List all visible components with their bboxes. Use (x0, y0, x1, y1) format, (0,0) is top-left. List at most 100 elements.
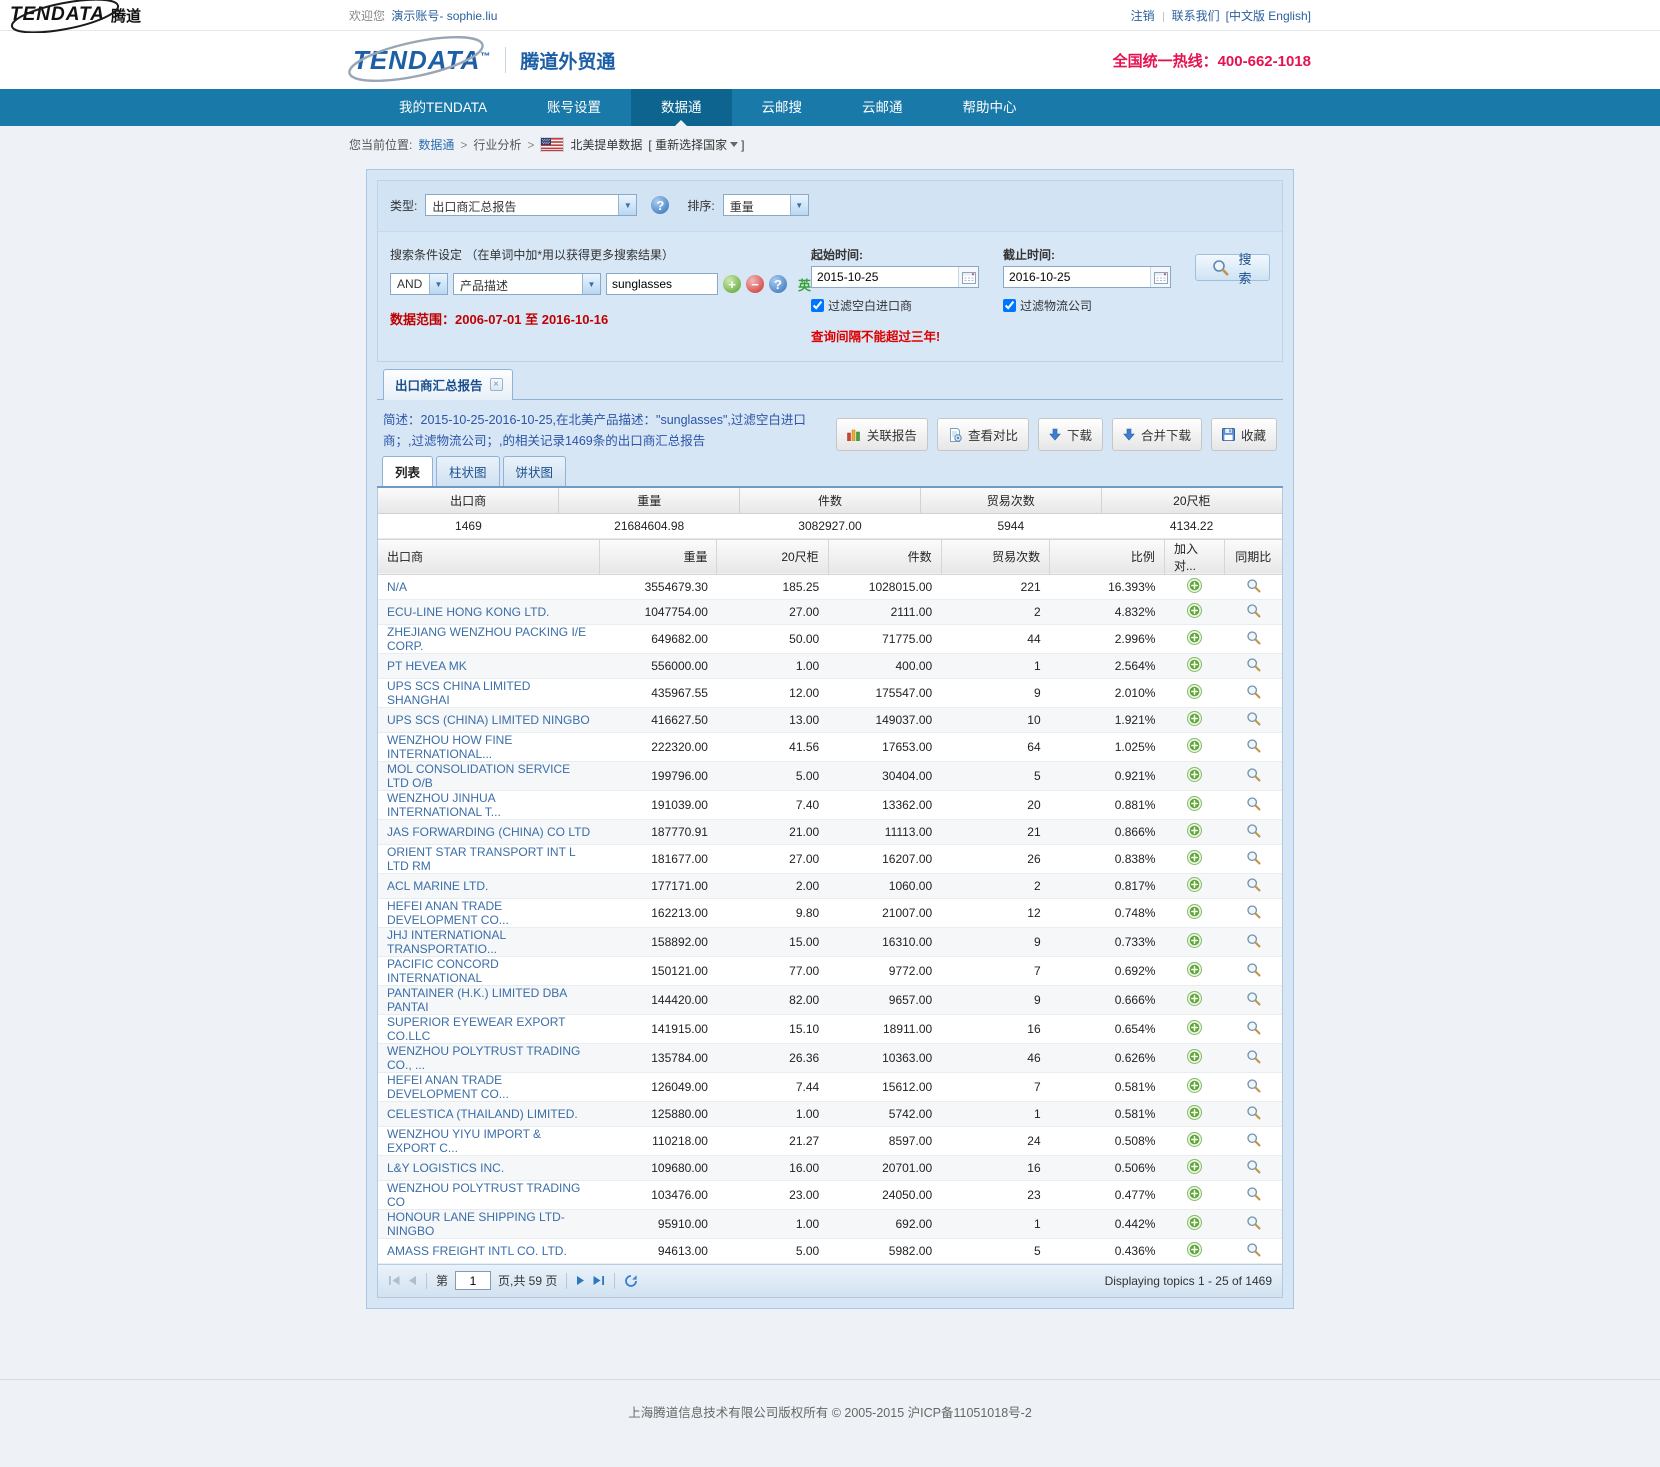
related-report-button[interactable]: 关联报告 (836, 418, 928, 451)
checkbox-input[interactable] (811, 299, 824, 312)
refresh-icon[interactable] (624, 1274, 638, 1288)
exporter-link[interactable]: WENZHOU POLYTRUST TRADING CO (387, 1181, 580, 1209)
last-page-button[interactable] (592, 1275, 605, 1286)
exporter-link[interactable]: UPS SCS CHINA LIMITED SHANGHAI (387, 679, 530, 707)
nav-item-cloud-mail[interactable]: 云邮通 (832, 89, 933, 126)
nav-item-account-settings[interactable]: 账号设置 (517, 89, 631, 126)
yoy-magnifier-icon[interactable] (1246, 877, 1261, 892)
yoy-magnifier-icon[interactable] (1246, 657, 1261, 672)
add-to-compare-icon[interactable] (1187, 738, 1202, 753)
add-to-compare-icon[interactable] (1187, 962, 1202, 977)
yoy-magnifier-icon[interactable] (1246, 711, 1261, 726)
exporter-link[interactable]: AMASS FREIGHT INTL CO. LTD. (387, 1244, 567, 1258)
yoy-magnifier-icon[interactable] (1246, 991, 1261, 1006)
nav-item-my-tendata[interactable]: 我的TENDATA (369, 89, 517, 126)
merge-download-button[interactable]: 合并下载 (1112, 418, 1202, 451)
reselect-country-dropdown[interactable]: [ 重新选择国家 ] (648, 136, 744, 153)
yoy-magnifier-icon[interactable] (1246, 767, 1261, 782)
add-to-compare-icon[interactable] (1187, 1078, 1202, 1093)
calendar-icon[interactable] (1150, 267, 1170, 287)
yoy-magnifier-icon[interactable] (1246, 684, 1261, 699)
yoy-magnifier-icon[interactable] (1246, 962, 1261, 977)
exporter-link[interactable]: ECU-LINE HONG KONG LTD. (387, 605, 549, 619)
english-toggle-link[interactable]: 英 (798, 275, 811, 294)
add-to-compare-icon[interactable] (1187, 657, 1202, 672)
add-to-compare-icon[interactable] (1187, 1049, 1202, 1064)
yoy-magnifier-icon[interactable] (1246, 1132, 1261, 1147)
breadcrumb-link-data-hub[interactable]: 数据通 (418, 136, 454, 153)
exporter-link[interactable]: HEFEI ANAN TRADE DEVELOPMENT CO... (387, 899, 509, 927)
add-to-compare-icon[interactable] (1187, 933, 1202, 948)
add-to-compare-icon[interactable] (1187, 1159, 1202, 1174)
add-to-compare-icon[interactable] (1187, 1105, 1202, 1120)
tendata-logo[interactable]: TENDATA™ (349, 45, 491, 76)
logout-link[interactable]: 注销 (1131, 9, 1155, 23)
add-to-compare-icon[interactable] (1187, 630, 1202, 645)
yoy-magnifier-icon[interactable] (1246, 1049, 1261, 1064)
report-tab[interactable]: 出口商汇总报告 × (383, 369, 513, 400)
add-to-compare-icon[interactable] (1187, 767, 1202, 782)
report-type-select[interactable]: 出口商汇总报告 ▼ (425, 194, 637, 216)
start-date-input[interactable] (812, 267, 958, 287)
exporter-link[interactable]: JAS FORWARDING (CHINA) CO LTD (387, 825, 590, 839)
yoy-magnifier-icon[interactable] (1246, 933, 1261, 948)
exporter-link[interactable]: PT HEVEA MK (387, 659, 467, 673)
yoy-magnifier-icon[interactable] (1246, 603, 1261, 618)
yoy-magnifier-icon[interactable] (1246, 850, 1261, 865)
nav-item-cloud-mail-search[interactable]: 云邮搜 (732, 89, 833, 126)
add-to-compare-icon[interactable] (1187, 711, 1202, 726)
close-icon[interactable]: × (490, 378, 503, 391)
yoy-magnifier-icon[interactable] (1246, 738, 1261, 753)
yoy-magnifier-icon[interactable] (1246, 1020, 1261, 1035)
exporter-link[interactable]: L&Y LOGISTICS INC. (387, 1161, 504, 1175)
exporter-link[interactable]: ORIENT STAR TRANSPORT INT L LTD RM (387, 845, 575, 873)
help-icon[interactable]: ? (651, 196, 669, 214)
filter-logistics-checkbox[interactable]: 过滤物流公司 (1003, 297, 1171, 314)
download-button[interactable]: 下载 (1038, 418, 1103, 451)
yoy-magnifier-icon[interactable] (1246, 1078, 1261, 1093)
add-to-compare-icon[interactable] (1187, 1020, 1202, 1035)
exporter-link[interactable]: N/A (387, 580, 407, 594)
help-icon[interactable]: ? (769, 275, 787, 293)
yoy-magnifier-icon[interactable] (1246, 1186, 1261, 1201)
add-to-compare-icon[interactable] (1187, 1186, 1202, 1201)
add-to-compare-icon[interactable] (1187, 684, 1202, 699)
yoy-magnifier-icon[interactable] (1246, 1242, 1261, 1257)
add-to-compare-icon[interactable] (1187, 877, 1202, 892)
exporter-link[interactable]: WENZHOU POLYTRUST TRADING CO., ... (387, 1044, 580, 1072)
exporter-link[interactable]: HEFEI ANAN TRADE DEVELOPMENT CO... (387, 1073, 509, 1101)
add-to-compare-icon[interactable] (1187, 991, 1202, 1006)
yoy-magnifier-icon[interactable] (1246, 796, 1261, 811)
nav-item-help-center[interactable]: 帮助中心 (933, 89, 1047, 126)
add-to-compare-icon[interactable] (1187, 904, 1202, 919)
exporter-link[interactable]: HONOUR LANE SHIPPING LTD-NINGBO (387, 1210, 565, 1238)
add-condition-icon[interactable]: + (723, 275, 741, 293)
yoy-magnifier-icon[interactable] (1246, 904, 1261, 919)
user-account-link[interactable]: 演示账号- sophie.liu (391, 9, 497, 23)
nav-item-data-hub[interactable]: 数据通 (631, 89, 732, 126)
checkbox-input[interactable] (1003, 299, 1016, 312)
view-compare-button[interactable]: 查看对比 (937, 418, 1029, 451)
next-page-button[interactable] (576, 1275, 585, 1286)
exporter-link[interactable]: UPS SCS (CHINA) LIMITED NINGBO (387, 713, 590, 727)
end-date-input[interactable] (1004, 267, 1150, 287)
keyword-input[interactable] (606, 273, 718, 295)
boolean-operator-select[interactable]: AND ▼ (390, 273, 448, 295)
exporter-link[interactable]: PACIFIC CONCORD INTERNATIONAL (387, 957, 499, 985)
exporter-link[interactable]: MOL CONSOLIDATION SERVICE LTD O/B (387, 762, 570, 790)
exporter-link[interactable]: JHJ INTERNATIONAL TRANSPORTATIO... (387, 928, 506, 956)
add-to-compare-icon[interactable] (1187, 823, 1202, 838)
exporter-link[interactable]: WENZHOU YIYU IMPORT & EXPORT C... (387, 1127, 541, 1155)
sort-select[interactable]: 重量 ▼ (723, 194, 809, 216)
exporter-link[interactable]: SUPERIOR EYEWEAR EXPORT CO.LLC (387, 1015, 565, 1043)
yoy-magnifier-icon[interactable] (1246, 578, 1261, 593)
exporter-link[interactable]: WENZHOU HOW FINE INTERNATIONAL... (387, 733, 512, 761)
remove-condition-icon[interactable]: − (746, 275, 764, 293)
prev-page-button[interactable] (408, 1275, 417, 1286)
add-to-compare-icon[interactable] (1187, 1215, 1202, 1230)
tab-bar-chart[interactable]: 柱状图 (436, 456, 500, 486)
yoy-magnifier-icon[interactable] (1246, 630, 1261, 645)
search-button[interactable]: 搜索 (1195, 254, 1270, 281)
language-switch-link[interactable]: [中文版 English] (1226, 9, 1311, 23)
add-to-compare-icon[interactable] (1187, 1242, 1202, 1257)
